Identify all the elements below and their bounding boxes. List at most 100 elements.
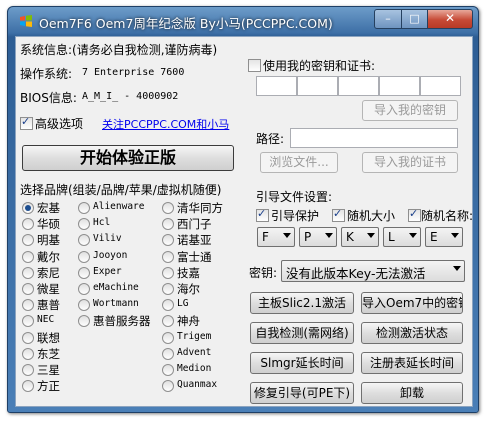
chevron-down-icon: [451, 233, 459, 238]
key-segment-5-input[interactable]: [420, 76, 461, 96]
drive-select-3[interactable]: K: [341, 227, 379, 247]
brand-radio[interactable]: [22, 283, 34, 295]
mainboard-slic-button[interactable]: 主板Slic2.1激活: [250, 292, 354, 314]
drive-select-3-value: K: [346, 230, 354, 244]
brand-radio[interactable]: [162, 251, 174, 263]
brand-radio-label: 东芝: [37, 347, 60, 361]
os-value: 7 Enterprise 7600: [82, 67, 185, 78]
brand-radio[interactable]: [78, 299, 90, 311]
brand-radio-label: 富士通: [177, 250, 212, 264]
brand-radio[interactable]: [22, 348, 34, 360]
drive-select-4[interactable]: L: [383, 227, 421, 247]
slmgr-extend-button[interactable]: Slmgr延长时间: [250, 352, 354, 374]
import-key-button[interactable]: 导入我的密钥: [362, 100, 458, 121]
use-own-key-checkbox[interactable]: [248, 59, 261, 72]
brand-radio-label: NEC: [37, 314, 55, 325]
maximize-button[interactable]: □: [401, 9, 428, 29]
brand-radio-label: 技嘉: [177, 266, 200, 280]
key-segment-1-input[interactable]: [256, 76, 297, 96]
window-title: Oem7F6 Oem7周年纪念版 By小马(PCCPPC.COM): [39, 16, 333, 31]
uninstall-button[interactable]: 卸载: [361, 382, 463, 404]
brand-radio[interactable]: [78, 218, 90, 230]
brand-radio-label: 宏基: [37, 201, 60, 215]
drive-select-2[interactable]: P: [299, 227, 337, 247]
close-button[interactable]: ✕: [427, 9, 473, 29]
brand-radio[interactable]: [162, 364, 174, 376]
brand-radio-label: LG: [177, 298, 189, 309]
random-size-checkbox[interactable]: [332, 207, 345, 222]
brand-radio-label: 清华同方: [177, 201, 223, 215]
brand-radio-label: 微星: [37, 282, 60, 296]
brand-radio[interactable]: [78, 202, 90, 214]
brand-radio[interactable]: [162, 299, 174, 311]
key-segment-2-input[interactable]: [297, 76, 338, 96]
brand-radio[interactable]: [162, 267, 174, 279]
os-label: 操作系统:: [20, 67, 73, 81]
self-check-button[interactable]: 自我检测(需网络): [250, 322, 354, 344]
brand-radio-label: Exper: [93, 266, 122, 277]
brand-radio[interactable]: [162, 283, 174, 295]
brand-radio[interactable]: [22, 299, 34, 311]
browse-file-button[interactable]: 浏览文件...: [260, 152, 338, 173]
drive-select-4-value: L: [388, 230, 395, 244]
brand-radio-label: 戴尔: [37, 250, 60, 264]
brand-radio[interactable]: [22, 364, 34, 376]
brand-radio[interactable]: [162, 332, 174, 344]
check-activation-button[interactable]: 检测激活状态: [361, 322, 463, 344]
brand-radio[interactable]: [78, 315, 90, 327]
path-input[interactable]: [290, 128, 458, 148]
brand-radio-label: 方正: [37, 379, 60, 393]
app-window: Oem7F6 Oem7周年纪念版 By小马(PCCPPC.COM) – □ ✕ …: [7, 6, 479, 413]
about-link[interactable]: 关注PCCPPC.COM和小马: [102, 116, 229, 132]
chevron-down-icon: [409, 233, 417, 238]
main-panel: 系统信息:(请务必自我检测,谨防病毒) 操作系统: 7 Enterprise 7…: [15, 36, 473, 407]
brand-radio[interactable]: [78, 251, 90, 263]
random-size-label: 随机大小: [347, 209, 396, 223]
repair-boot-button[interactable]: 修复引导(可PE下): [250, 382, 354, 404]
brand-radio[interactable]: [162, 202, 174, 214]
brand-radio-label: 华硕: [37, 217, 60, 231]
brand-radio[interactable]: [22, 315, 34, 327]
brand-radio[interactable]: [22, 218, 34, 230]
brand-radio[interactable]: [162, 348, 174, 360]
path-label: 路径:: [256, 132, 285, 146]
brand-radio[interactable]: [22, 332, 34, 344]
drive-select-5-value: E: [430, 230, 438, 244]
bios-value: A_M_I_ - 4000902: [82, 91, 179, 102]
brand-radio[interactable]: [162, 218, 174, 230]
brand-radio[interactable]: [22, 251, 34, 263]
brand-radio[interactable]: [78, 234, 90, 246]
brand-radio-label: 西门子: [177, 217, 212, 231]
boot-protect-checkbox[interactable]: [256, 207, 269, 222]
drive-select-1[interactable]: F: [257, 227, 295, 247]
brand-radio[interactable]: [78, 283, 90, 295]
start-activation-button[interactable]: 开始体验正版: [22, 145, 234, 171]
key-segment-4-input[interactable]: [379, 76, 420, 96]
random-name-checkbox[interactable]: [408, 207, 421, 222]
brand-radio-label: 明基: [37, 233, 60, 247]
chevron-down-icon: [325, 233, 333, 238]
drive-select-1-value: F: [262, 230, 269, 244]
brand-radio[interactable]: [22, 380, 34, 392]
advanced-options-label: 高级选项: [35, 117, 84, 131]
brand-radio[interactable]: [22, 202, 34, 214]
brand-radio-label: Jooyon: [93, 250, 128, 261]
brand-radio[interactable]: [162, 234, 174, 246]
brand-radio[interactable]: [162, 380, 174, 392]
brand-header: 选择品牌(组装/品牌/苹果/虚拟机随便): [20, 183, 222, 197]
drive-select-5[interactable]: E: [425, 227, 463, 247]
key-select[interactable]: 没有此版本Key-无法激活: [281, 260, 465, 282]
registry-extend-button[interactable]: 注册表延长时间: [361, 352, 463, 374]
key-segment-3-input[interactable]: [338, 76, 379, 96]
chevron-down-icon: [283, 233, 291, 238]
minimize-button[interactable]: –: [374, 9, 402, 29]
brand-radio[interactable]: [162, 315, 174, 327]
brand-radio[interactable]: [22, 234, 34, 246]
import-cert-button[interactable]: 导入我的证书: [362, 152, 458, 173]
brand-radio[interactable]: [22, 267, 34, 279]
brand-radio-label: 惠普: [37, 298, 60, 312]
import-oem7-key-button[interactable]: 导入Oem7中的密钥: [361, 292, 463, 314]
advanced-options-checkbox[interactable]: [20, 115, 33, 130]
title-bar[interactable]: Oem7F6 Oem7周年纪念版 By小马(PCCPPC.COM) – □ ✕: [8, 7, 478, 35]
brand-radio[interactable]: [78, 267, 90, 279]
